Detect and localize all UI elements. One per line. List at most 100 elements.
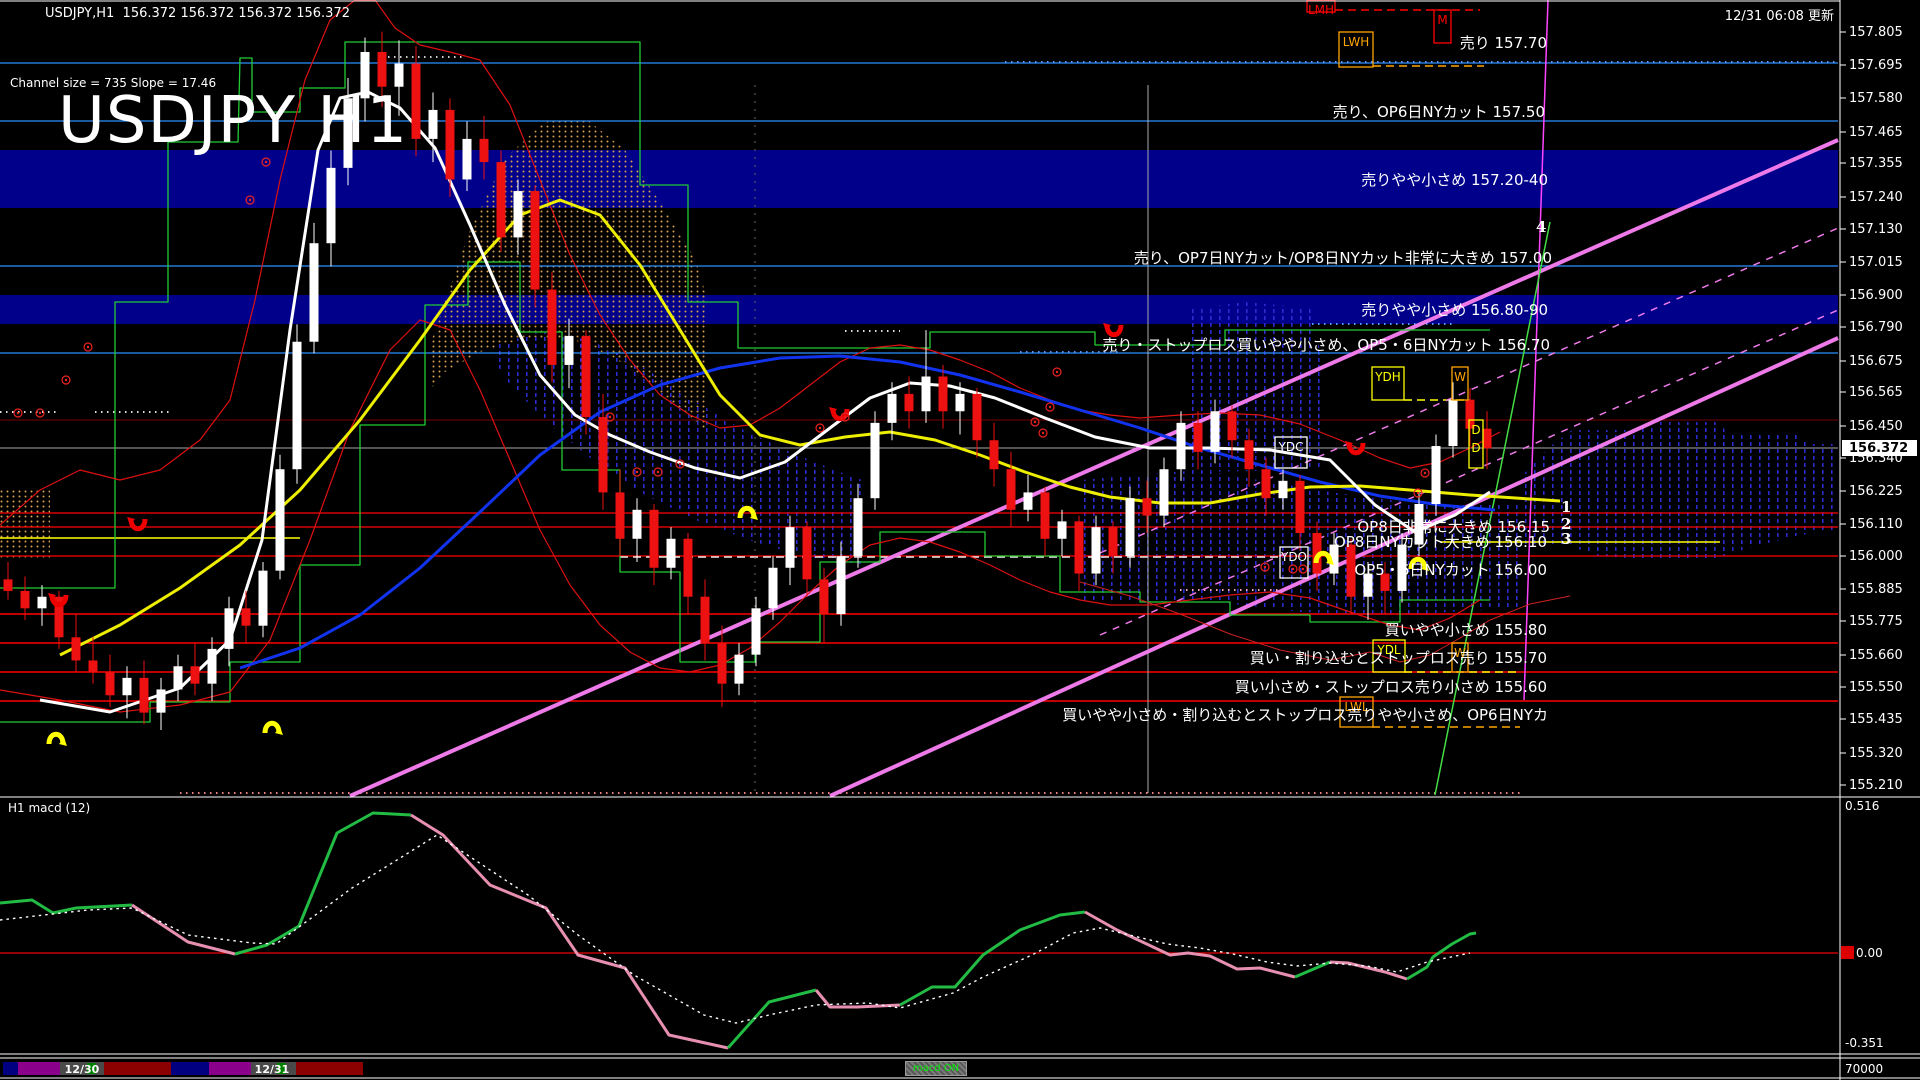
candle-body bbox=[310, 243, 319, 342]
candle-body bbox=[21, 591, 30, 608]
order-annotation: OP8日NYカット大きめ 156.10 bbox=[1334, 533, 1547, 551]
session-segment bbox=[104, 1062, 171, 1075]
candle-body bbox=[1160, 469, 1169, 515]
candle-body bbox=[531, 191, 540, 290]
candle-body bbox=[38, 597, 47, 609]
session-segment bbox=[171, 1062, 209, 1075]
price-axis-label: 155.775 bbox=[1849, 614, 1903, 629]
candle-body bbox=[854, 498, 863, 556]
entry-dot-icon bbox=[1424, 472, 1426, 474]
candle-body bbox=[633, 510, 642, 539]
price-axis-label: 155.210 bbox=[1849, 778, 1903, 793]
entry-dot-icon bbox=[65, 379, 67, 381]
candle-body bbox=[1143, 498, 1152, 515]
candle-body bbox=[837, 556, 846, 614]
price-axis-label: 155.660 bbox=[1849, 648, 1903, 663]
macd-pane-label: H1 macd (12) bbox=[8, 801, 90, 815]
order-annotation: 買い・割り込むとストップロス売り 155.70 bbox=[1250, 649, 1547, 667]
candle-body bbox=[1109, 527, 1118, 556]
chart-canvas: LMHMLWHYDHWYDCDDYDOYDLWLWL 4123売り 157.70… bbox=[0, 0, 1920, 1080]
pivot-box-label: LMH bbox=[1308, 3, 1334, 17]
order-annotation: 売り・ストップロス買いやや小さめ、OP5・6日NYカット 156.70 bbox=[1102, 336, 1550, 354]
candle-body bbox=[72, 637, 81, 660]
macd-line bbox=[1085, 912, 1295, 977]
entry-dot-icon bbox=[819, 427, 821, 429]
trading-chart-window: LMHMLWHYDHWYDCDDYDOYDLWLWL 4123売り 157.70… bbox=[0, 0, 1920, 1080]
entry-dot-icon bbox=[39, 412, 41, 414]
order-annotation: 買い小さめ・ストップロス売り小さめ 155.60 bbox=[1235, 678, 1547, 696]
candle-body bbox=[1262, 469, 1271, 498]
current-price-value: 156.372 bbox=[1849, 441, 1908, 456]
candle-body bbox=[650, 510, 659, 568]
macd-axis-label: -0.351 bbox=[1845, 1036, 1884, 1050]
candle-body bbox=[378, 52, 387, 87]
order-annotation: 売りやや小さめ 157.20-40 bbox=[1361, 171, 1548, 189]
macd-line bbox=[1330, 962, 1407, 979]
macd-line bbox=[132, 905, 235, 954]
candle-body bbox=[803, 527, 812, 579]
sell-zone-band bbox=[0, 295, 1838, 324]
candle-body bbox=[1092, 527, 1101, 573]
candle-body bbox=[684, 539, 693, 597]
order-annotation: 売り、OP6日NYカット 157.50 bbox=[1333, 103, 1545, 121]
candle-body bbox=[276, 469, 285, 570]
wave-count-label: 1 bbox=[1561, 498, 1571, 516]
entry-dot-icon bbox=[1042, 432, 1044, 434]
candle-body bbox=[582, 336, 591, 417]
entry-dot-icon bbox=[1264, 566, 1266, 568]
order-annotation: OP5・6日NYカット 156.00 bbox=[1354, 561, 1547, 579]
macd-toggle-button[interactable]: macd ON bbox=[905, 1061, 967, 1076]
update-timestamp: 12/31 06:08 更新 bbox=[1725, 5, 1834, 24]
candle-body bbox=[1449, 400, 1458, 446]
candle-body bbox=[1126, 498, 1135, 556]
watermark: USDJPY H1 bbox=[58, 84, 408, 158]
wave-count-label: 4 bbox=[1536, 218, 1546, 236]
buy-signal-icon bbox=[49, 734, 67, 746]
date-label: 12/30 bbox=[65, 1063, 100, 1076]
price-axis-label: 156.675 bbox=[1849, 354, 1903, 369]
candle-body bbox=[820, 579, 829, 614]
pivot-box-label: YDH bbox=[1374, 370, 1401, 384]
session-segment bbox=[209, 1062, 251, 1075]
candle-body bbox=[446, 110, 455, 180]
candle-body bbox=[1432, 446, 1441, 504]
entry-dot-icon bbox=[87, 346, 89, 348]
candle-body bbox=[616, 492, 625, 538]
macd-line bbox=[1407, 933, 1476, 979]
candle-body bbox=[412, 64, 421, 139]
macd-line bbox=[1295, 962, 1330, 977]
candle-body bbox=[905, 394, 914, 411]
entry-dot-icon bbox=[1417, 492, 1419, 494]
macd-axis-label: 0.516 bbox=[1845, 799, 1879, 813]
candle-body bbox=[327, 168, 336, 243]
candle-body bbox=[174, 666, 183, 689]
price-axis-label: 157.695 bbox=[1849, 58, 1903, 73]
candle-body bbox=[123, 678, 132, 695]
candle-body bbox=[939, 377, 948, 412]
price-axis-label: 156.450 bbox=[1849, 419, 1903, 434]
entry-dot-icon bbox=[17, 412, 19, 414]
candle-body bbox=[701, 597, 710, 643]
candle-body bbox=[259, 571, 268, 626]
buy-signal-icon bbox=[265, 723, 283, 735]
date-label: 12/31 bbox=[255, 1063, 290, 1076]
candle-body bbox=[769, 568, 778, 609]
candle-body bbox=[463, 139, 472, 180]
price-axis-label: 156.565 bbox=[1849, 385, 1903, 400]
macd-line bbox=[411, 815, 728, 1048]
entry-dot-icon bbox=[657, 471, 659, 473]
candle-body bbox=[1296, 481, 1305, 533]
candle-body bbox=[956, 394, 965, 411]
order-annotation: 買いやや小さめ 155.80 bbox=[1385, 621, 1547, 639]
macd-line bbox=[728, 990, 816, 1048]
entry-dot-icon bbox=[609, 416, 611, 418]
entry-dot-icon bbox=[679, 463, 681, 465]
price-axis: 157.805157.695157.580157.465157.355157.2… bbox=[1840, 25, 1917, 1076]
candle-body bbox=[191, 666, 200, 683]
entry-dot-icon bbox=[1302, 568, 1304, 570]
candle-body bbox=[1007, 469, 1016, 510]
price-axis-label: 156.900 bbox=[1849, 288, 1903, 303]
candle-body bbox=[667, 539, 676, 568]
price-axis-label: 157.580 bbox=[1849, 91, 1903, 106]
macd-line bbox=[900, 912, 1085, 1005]
